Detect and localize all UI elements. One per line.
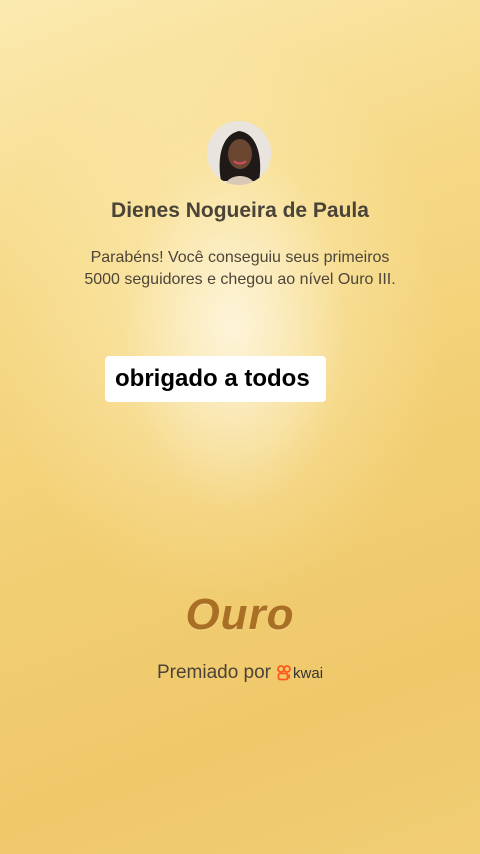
user-name: Dienes Nogueira de Paula (111, 199, 369, 222)
congrats-message-line-1: Parabéns! Você conseguiu seus primeiros (90, 249, 390, 266)
award-label: Premiado por (156, 662, 272, 683)
caption-box: obrigado a todos (105, 356, 326, 402)
avatar-photo-icon (207, 121, 271, 185)
kwai-logo: kwai (277, 665, 323, 682)
kwai-brand-text: kwai (293, 664, 324, 682)
caption-text: obrigado a todos (115, 365, 310, 392)
congrats-message: Parabéns! Você conseguiu seus primeiros … (40, 247, 440, 291)
user-avatar (207, 121, 271, 185)
level-title: Ouro (185, 590, 295, 639)
kwai-logo-icon (277, 665, 291, 681)
award-row: Premiado por kwai (0, 662, 480, 684)
congrats-message-line-2: 5000 seguidores e chegou ao nível Ouro I… (84, 271, 396, 288)
